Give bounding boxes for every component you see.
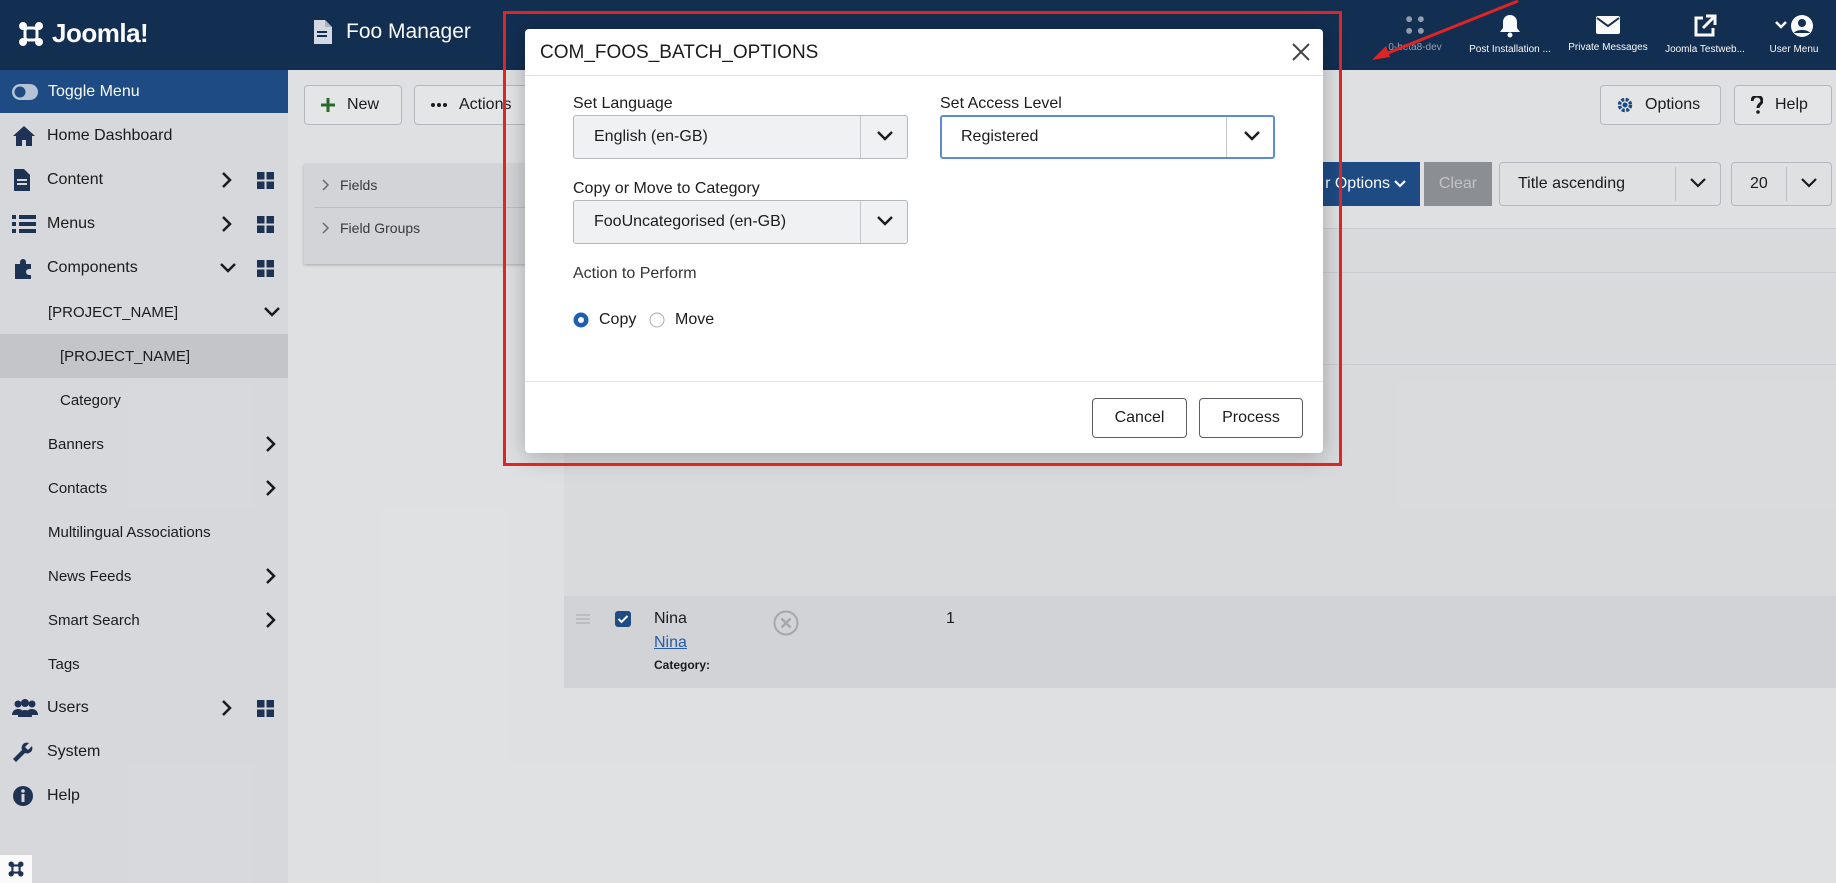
annotation-arrow	[1372, 0, 1519, 60]
annotation-highlight-box	[503, 11, 1342, 466]
